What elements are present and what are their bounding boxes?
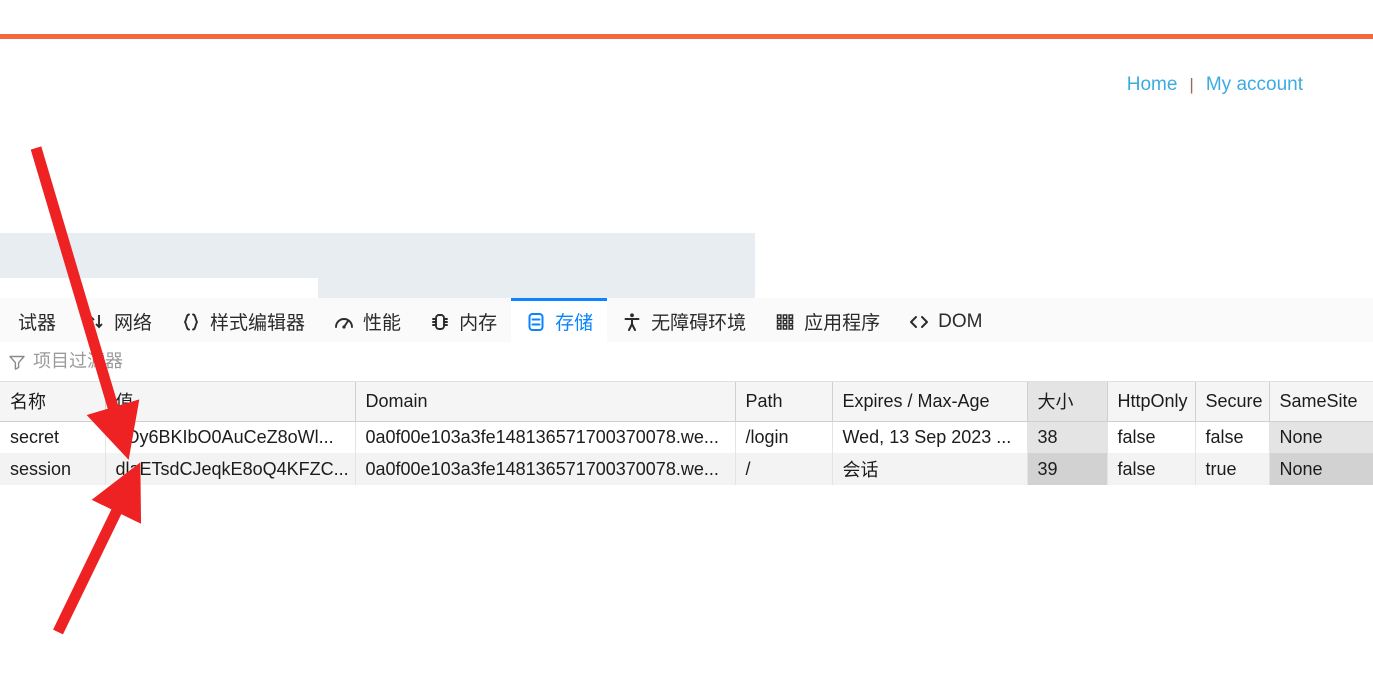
website-page-area: Home | My account: [0, 0, 1373, 233]
cell-expires: 会话: [832, 453, 1028, 485]
tab-storage[interactable]: 存储: [511, 298, 608, 342]
cell-samesite: None: [1269, 421, 1373, 453]
column-header-size[interactable]: 大小: [1027, 382, 1108, 422]
cell-domain: 0a0f00e103a3fe148136571700370078.we...: [355, 421, 736, 453]
cookies-table: 名称 值 Domain Path Expires / Max-Age 大小 Ht…: [0, 382, 1373, 485]
column-header-value[interactable]: 值: [105, 382, 356, 422]
tab-memory[interactable]: 内存: [415, 298, 511, 342]
storage-icon: [525, 311, 547, 333]
table-row[interactable]: session dlaETsdCJeqkE8oQ4KFZC... 0a0f00e…: [0, 453, 1373, 485]
devtools-chrome-inner-panel: [0, 278, 318, 298]
tab-application-label: 应用程序: [804, 313, 881, 334]
tab-memory-label: 内存: [459, 313, 498, 334]
tab-performance-label: 性能: [363, 313, 402, 334]
column-header-httponly[interactable]: HttpOnly: [1107, 382, 1196, 422]
cell-path: /login: [735, 421, 833, 453]
nav-link-my-account[interactable]: My account: [1206, 74, 1303, 96]
brand-accent-rule: [0, 34, 1373, 39]
cell-domain: 0a0f00e103a3fe148136571700370078.we...: [355, 453, 736, 485]
site-navigation: Home | My account: [1127, 74, 1303, 96]
cell-value: dlaETsdCJeqkE8oQ4KFZC...: [105, 453, 356, 485]
cell-value: 5Oy6BKIbO0AuCeZ8oWl...: [105, 421, 356, 453]
tab-performance[interactable]: 性能: [319, 298, 415, 342]
cookies-table-container: 名称 值 Domain Path Expires / Max-Age 大小 Ht…: [0, 382, 1373, 485]
tab-style-editor-label: 样式编辑器: [210, 313, 306, 334]
nav-separator: |: [1189, 75, 1194, 94]
cell-path: /: [735, 453, 833, 485]
column-header-secure[interactable]: Secure: [1195, 382, 1270, 422]
code-brackets-icon: [908, 311, 930, 333]
cell-size: 38: [1027, 421, 1108, 453]
application-grid-icon: [774, 311, 796, 333]
tab-accessibility[interactable]: 无障碍环境: [607, 298, 760, 342]
column-header-path[interactable]: Path: [735, 382, 833, 422]
tab-dom[interactable]: DOM: [894, 298, 996, 342]
tab-network[interactable]: 网络: [70, 298, 166, 342]
debugger-icon: [0, 311, 10, 333]
column-header-samesite[interactable]: SameSite: [1269, 382, 1373, 422]
cell-secure: true: [1195, 453, 1270, 485]
cell-name: secret: [0, 421, 106, 453]
gauge-icon: [333, 311, 355, 333]
devtools-chrome-panel: [0, 233, 755, 298]
table-row[interactable]: secret 5Oy6BKIbO0AuCeZ8oWl... 0a0f00e103…: [0, 421, 1373, 453]
filter-funnel-icon: [8, 353, 26, 371]
tab-storage-label: 存储: [555, 313, 594, 334]
tab-debugger[interactable]: 试器: [0, 298, 70, 342]
memory-icon: [429, 311, 451, 333]
tab-dom-label: DOM: [938, 310, 983, 332]
cell-httponly: false: [1107, 421, 1196, 453]
tab-debugger-label: 试器: [18, 313, 57, 334]
cell-expires: Wed, 13 Sep 2023 ...: [832, 421, 1028, 453]
column-header-domain[interactable]: Domain: [355, 382, 736, 422]
tab-application[interactable]: 应用程序: [760, 298, 894, 342]
cell-size: 39: [1027, 453, 1108, 485]
table-header-row: 名称 值 Domain Path Expires / Max-Age 大小 Ht…: [0, 382, 1373, 422]
devtools-tab-strip[interactable]: 试器 网络 样式编辑器 性能 内存 存储 无障碍环境 应用程序 DOM: [0, 298, 1373, 343]
cell-name: session: [0, 453, 106, 485]
cell-samesite: None: [1269, 453, 1373, 485]
cell-httponly: false: [1107, 453, 1196, 485]
tab-accessibility-label: 无障碍环境: [651, 313, 747, 334]
cell-secure: false: [1195, 421, 1270, 453]
tab-style-editor[interactable]: 样式编辑器: [166, 298, 319, 342]
tab-network-label: 网络: [114, 313, 153, 334]
column-header-expires[interactable]: Expires / Max-Age: [832, 382, 1028, 422]
filter-bar: [0, 342, 1373, 382]
devtools-toolbox: 试器 网络 样式编辑器 性能 内存 存储 无障碍环境 应用程序 DOM 项目过滤…: [0, 233, 1373, 685]
filter-input[interactable]: [33, 351, 273, 372]
column-header-name[interactable]: 名称: [0, 382, 106, 422]
nav-link-home[interactable]: Home: [1127, 74, 1178, 96]
network-icon: [84, 311, 106, 333]
accessibility-icon: [621, 311, 643, 333]
braces-icon: [180, 311, 202, 333]
